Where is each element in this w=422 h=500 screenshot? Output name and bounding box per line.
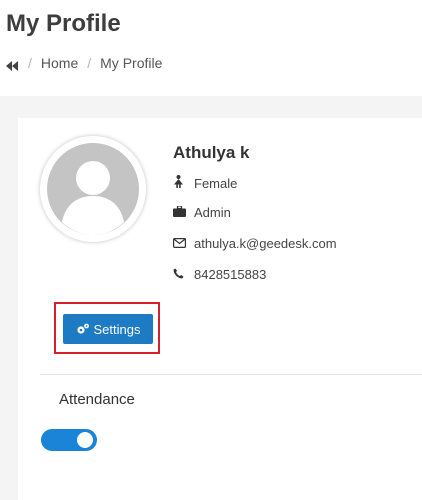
gender-value: Female (194, 175, 238, 191)
email-row: athulya.k@geedesk.com (173, 236, 337, 251)
user-name: Athulya k (173, 143, 250, 162)
divider (40, 374, 422, 375)
breadcrumb-separator: / (87, 55, 92, 71)
settings-button[interactable]: Settings (63, 314, 153, 344)
attendance-toggle[interactable] (41, 429, 97, 451)
briefcase-icon (173, 205, 187, 220)
envelope-icon (173, 236, 187, 251)
avatar (40, 136, 146, 242)
breadcrumb-separator: / (28, 55, 32, 71)
breadcrumb-home-link[interactable]: Home (41, 55, 78, 71)
gears-icon (76, 323, 89, 334)
role-value: Admin (194, 205, 231, 220)
profile-card: Athulya k Female Admin athulya.k@geedesk… (18, 118, 422, 500)
gender-row: Female (173, 175, 237, 191)
breadcrumb-current: My Profile (100, 55, 163, 71)
double-chevron-left-icon[interactable] (6, 58, 19, 71)
default-user-avatar-icon (47, 143, 139, 235)
female-icon (173, 175, 187, 191)
phone-icon (173, 267, 187, 282)
email-value: athulya.k@geedesk.com (194, 236, 337, 251)
settings-label: Settings (93, 321, 141, 337)
attendance-label: Attendance (59, 391, 135, 408)
phone-row: 8428515883 (173, 267, 266, 282)
toggle-knob (77, 432, 93, 448)
phone-value: 8428515883 (194, 267, 267, 282)
page-header: My Profile / Home / My Profile (0, 0, 422, 96)
page-title: My Profile (6, 10, 121, 37)
breadcrumb: / Home / My Profile (6, 55, 162, 71)
role-row: Admin (173, 205, 231, 220)
